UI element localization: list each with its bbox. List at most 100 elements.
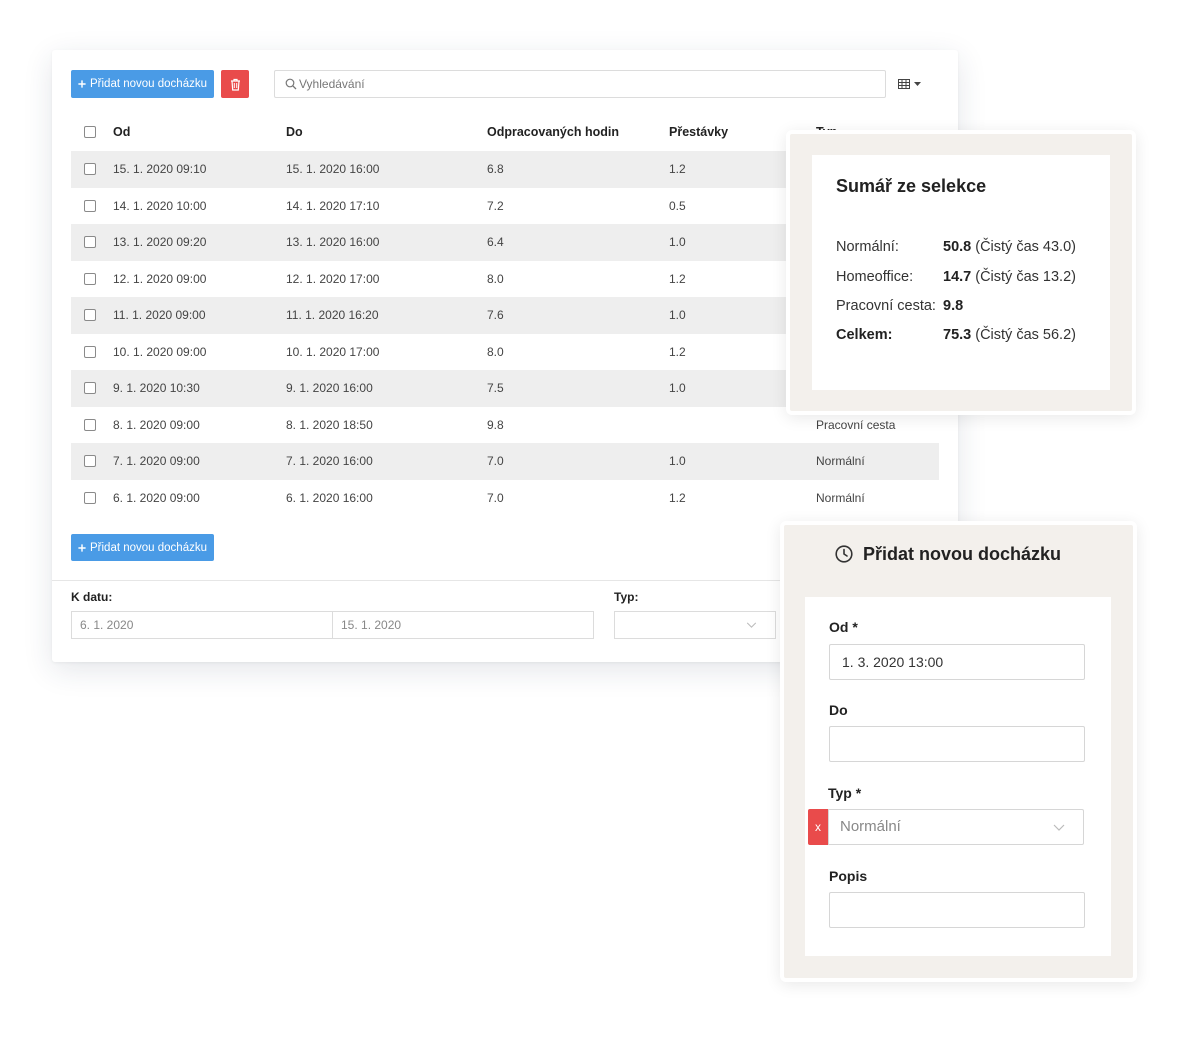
summary-row-total: Celkem: 75.3 (Čistý čas 56.2) xyxy=(836,325,1096,345)
date-to-input[interactable] xyxy=(332,611,594,639)
search-icon xyxy=(285,78,297,90)
summary-value: 14.7 (Čistý čas 13.2) xyxy=(943,267,1076,287)
summary-row-normal: Normální: 50.8 (Čistý čas 43.0) xyxy=(836,237,1096,257)
summary-net-time: (Čistý čas 43.0) xyxy=(975,239,1076,255)
cell-breaks: 1.0 xyxy=(669,454,686,468)
cell-od: 12. 1. 2020 09:00 xyxy=(113,271,207,286)
type-select-value: Normální xyxy=(840,818,901,835)
cell-od: 10. 1. 2020 09:00 xyxy=(113,344,207,359)
cell-breaks: 1.2 xyxy=(669,490,686,505)
cell-do: 8. 1. 2020 18:50 xyxy=(286,417,373,432)
caret-down-icon xyxy=(914,82,921,86)
summary-hours: 50.8 xyxy=(943,239,972,255)
add-attendance-button-bottom[interactable]: Přidat novou docházku xyxy=(71,534,214,561)
cell-breaks: 1.0 xyxy=(669,235,686,249)
column-header-do[interactable]: Do xyxy=(286,114,303,150)
cell-do: 14. 1. 2020 17:10 xyxy=(286,198,380,213)
table-icon xyxy=(898,79,910,89)
table-row[interactable]: 7. 1. 2020 09:00 7. 1. 2020 16:00 7.0 1.0 No… xyxy=(71,443,939,480)
type-select[interactable]: Normální xyxy=(828,809,1084,845)
summary-label: Celkem: xyxy=(836,327,893,343)
chevron-down-icon xyxy=(1053,824,1065,831)
cell-od: 7. 1. 2020 09:00 xyxy=(113,454,200,468)
do-input[interactable] xyxy=(829,726,1085,762)
row-checkbox[interactable] xyxy=(84,455,96,467)
summary-label: Pracovní cesta: xyxy=(836,298,936,314)
summary-value: 50.8 (Čistý čas 43.0) xyxy=(943,237,1076,257)
cell-do: 11. 1. 2020 16:20 xyxy=(286,308,379,322)
cell-hours: 6.4 xyxy=(487,235,504,249)
row-checkbox[interactable] xyxy=(84,236,96,248)
od-input[interactable] xyxy=(829,644,1085,680)
clear-type-button[interactable]: x xyxy=(808,809,828,845)
cell-od: 9. 1. 2020 10:30 xyxy=(113,381,200,395)
type-filter-select[interactable] xyxy=(614,611,776,639)
popis-input[interactable] xyxy=(829,892,1085,928)
summary-row-homeoffice: Homeoffice: 14.7 (Čistý čas 13.2) xyxy=(836,267,1096,287)
cell-do: 7. 1. 2020 16:00 xyxy=(286,454,373,468)
summary-net-time: (Čistý čas 56.2) xyxy=(975,327,1076,343)
chevron-down-icon xyxy=(746,622,757,628)
summary-label: Homeoffice: xyxy=(836,269,914,285)
clock-icon xyxy=(835,545,853,563)
cell-do: 6. 1. 2020 16:00 xyxy=(286,490,373,505)
table-row[interactable]: 6. 1. 2020 09:00 6. 1. 2020 16:00 7.0 1.2 No… xyxy=(71,480,939,517)
trash-icon xyxy=(230,78,240,91)
cell-hours: 7.0 xyxy=(487,490,504,505)
cell-od: 15. 1. 2020 09:10 xyxy=(113,162,207,176)
row-checkbox[interactable] xyxy=(84,491,96,504)
row-checkbox[interactable] xyxy=(84,163,96,175)
row-checkbox[interactable] xyxy=(84,272,96,285)
columns-toggle-button[interactable] xyxy=(898,77,926,91)
summary-title: Sumář ze selekce xyxy=(836,176,987,196)
cell-od: 13. 1. 2020 09:20 xyxy=(113,235,207,249)
cell-hours: 6.8 xyxy=(487,162,504,176)
add-attendance-label: Přidat novou docházku xyxy=(90,541,207,554)
cell-hours: 8.0 xyxy=(487,271,504,286)
typ-label: Typ * xyxy=(828,785,862,801)
search-box[interactable] xyxy=(274,70,886,98)
type-filter-label: Typ: xyxy=(614,590,639,604)
cell-breaks: 1.0 xyxy=(669,308,686,322)
row-checkbox[interactable] xyxy=(84,309,96,321)
row-checkbox[interactable] xyxy=(84,199,96,212)
summary-row-business-trip: Pracovní cesta: 9.8 xyxy=(836,296,1096,316)
add-attendance-button[interactable]: Přidat novou docházku xyxy=(71,70,214,98)
column-header-od[interactable]: Od xyxy=(113,114,130,150)
cell-od: 14. 1. 2020 10:00 xyxy=(113,198,207,213)
cell-type: Normální xyxy=(816,490,865,505)
select-all-checkbox[interactable] xyxy=(84,126,96,138)
cell-do: 15. 1. 2020 16:00 xyxy=(286,162,380,176)
column-header-breaks[interactable]: Přestávky xyxy=(669,114,728,150)
summary-value: 75.3 (Čistý čas 56.2) xyxy=(943,325,1076,345)
cell-od: 6. 1. 2020 09:00 xyxy=(113,490,200,505)
clear-type-label: x xyxy=(815,820,821,834)
summary-hours: 14.7 xyxy=(943,269,972,285)
delete-button[interactable] xyxy=(221,70,249,98)
plus-icon xyxy=(78,543,86,552)
summary-value: 9.8 xyxy=(943,296,963,316)
row-checkbox[interactable] xyxy=(84,345,96,358)
cell-do: 13. 1. 2020 16:00 xyxy=(286,235,380,249)
selection-summary-panel: Sumář ze selekce Normální: 50.8 (Čistý ča… xyxy=(786,130,1136,415)
summary-hours: 75.3 xyxy=(943,327,972,343)
summary-label: Normální: xyxy=(836,239,899,255)
summary-hours: 9.8 xyxy=(943,298,964,314)
summary-net-time: (Čistý čas 13.2) xyxy=(975,269,1076,285)
add-attendance-form: Od * Do Typ * x Normální Popis xyxy=(805,597,1111,956)
row-checkbox[interactable] xyxy=(84,382,96,394)
plus-icon xyxy=(78,80,86,88)
column-header-hours[interactable]: Odpracovaných hodin xyxy=(487,114,619,150)
add-attendance-label: Přidat novou docházku xyxy=(90,78,207,90)
row-checkbox[interactable] xyxy=(84,418,96,431)
cell-od: 11. 1. 2020 09:00 xyxy=(113,308,206,322)
cell-do: 10. 1. 2020 17:00 xyxy=(286,344,380,359)
cell-breaks: 1.0 xyxy=(669,381,686,395)
cell-hours: 8.0 xyxy=(487,344,504,359)
search-input[interactable] xyxy=(297,71,882,97)
cell-hours: 7.5 xyxy=(487,381,504,395)
date-from-input[interactable] xyxy=(71,611,333,639)
cell-type: Normální xyxy=(816,454,865,468)
do-label: Do xyxy=(829,702,848,718)
cell-do: 12. 1. 2020 17:00 xyxy=(286,271,380,286)
